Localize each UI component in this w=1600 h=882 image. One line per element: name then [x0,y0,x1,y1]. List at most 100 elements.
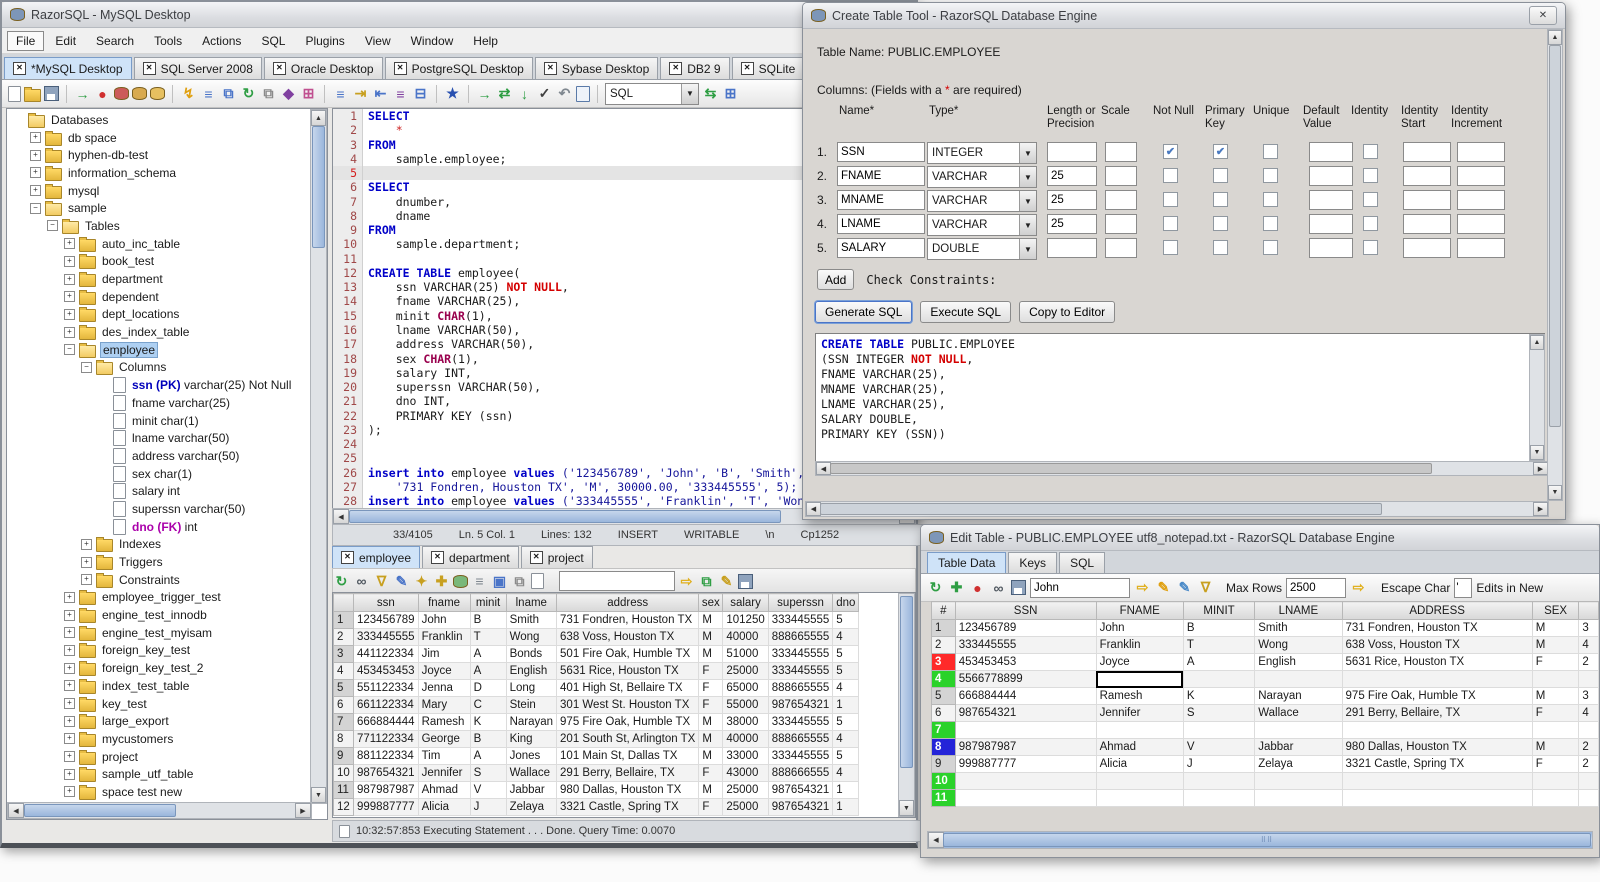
filter-icon[interactable]: ∇ [1197,579,1214,596]
max-rows-input[interactable] [1286,577,1347,598]
grid-cell[interactable]: 881122334 [353,747,419,765]
grid-cell[interactable]: 4 [1578,636,1599,654]
grid-cell[interactable] [1254,789,1343,807]
grid-cell[interactable]: 4 [832,628,860,646]
grid-cell[interactable]: 5631 Rice, Houston TX [1341,653,1533,671]
row-number[interactable]: 9 [931,755,956,773]
sync-icon[interactable]: ⇄ [496,85,513,102]
row-number[interactable]: 4 [931,670,956,688]
scale-input[interactable] [1105,190,1137,210]
sql-mode-select[interactable]: SQL ▼ [605,82,699,105]
grid-cell[interactable] [954,772,1097,790]
grid-cell[interactable]: F [698,679,724,697]
grid-cell[interactable]: English [1254,653,1343,671]
connection-tab-sqlite[interactable]: ✕ SQLite [731,57,805,79]
row-number[interactable]: 3 [931,653,956,671]
connection-tab--mysql-desktop[interactable]: ✕ *MySQL Desktop [4,57,132,79]
grid-cell[interactable] [1578,670,1599,688]
add-button[interactable]: Add [817,269,855,290]
close-icon[interactable]: ✕ [431,551,445,564]
menu-tools[interactable]: Tools [145,31,191,51]
column-header[interactable]: ADDRESS [1341,601,1533,620]
expand-icon[interactable]: + [64,238,75,250]
grid-cell[interactable]: Ramesh [1095,687,1184,705]
expand-icon[interactable]: + [64,662,75,674]
tree-item[interactable]: + mycustomers [9,730,310,748]
grid-cell[interactable]: 2 [1578,755,1599,773]
close-icon[interactable]: ✕ [529,551,543,564]
grid-cell[interactable]: 123456789 [954,619,1097,637]
grid-cell[interactable]: M [1531,619,1580,637]
grid-cell[interactable]: 1 [832,696,860,714]
grid-cell[interactable]: Long [505,679,558,697]
grid-cell[interactable] [1182,721,1256,739]
identity-start-input[interactable] [1403,190,1451,210]
row-number[interactable]: 1 [931,619,956,637]
unique-checkbox[interactable] [1263,192,1278,207]
close-icon[interactable]: ✕ [13,62,26,75]
copy-to-editor-button[interactable]: Copy to Editor [1019,301,1116,323]
create-dialog-titlebar[interactable]: Create Table Tool - RazorSQL Database En… [803,3,1565,29]
menu-help[interactable]: Help [464,31,507,51]
tree-item[interactable]: − Columns [9,359,310,377]
expand-icon[interactable]: + [81,574,92,586]
grid-cell[interactable]: Joyce [417,662,471,680]
pin-icon[interactable]: ✦ [413,573,430,590]
editor-hscroll-thumb[interactable] [349,510,781,523]
close-icon[interactable]: ✕ [740,62,754,75]
tree-item[interactable]: + large_export [9,712,310,730]
chevron-down-icon[interactable]: ▼ [1019,143,1036,163]
grid-cell[interactable]: 40000 [722,730,769,748]
sql-horizontal-scrollbar[interactable]: ◀ ▶ [815,461,1549,476]
identity-start-input[interactable] [1403,166,1451,186]
grid-cell[interactable]: F [698,662,724,680]
grid-cell[interactable]: M [698,645,724,663]
menu-window[interactable]: Window [402,31,463,51]
grid-cell[interactable]: V [469,781,507,799]
highlight-icon[interactable]: ✎ [1155,579,1172,596]
grid-cell[interactable]: V [1182,738,1256,756]
grid-cell[interactable]: 999887777 [353,798,419,816]
expand-icon[interactable]: + [64,751,75,763]
column-header[interactable] [1578,601,1599,620]
grid-cell[interactable] [954,721,1097,739]
grid-cell[interactable]: Narayan [505,713,558,731]
grid-cell[interactable]: 987654321 [767,798,834,816]
grid-cell[interactable]: 453453453 [353,662,419,680]
tree-item[interactable]: + Indexes [9,536,310,554]
grid-cell[interactable]: Ramesh [417,713,471,731]
grid-cell[interactable]: 25000 [722,781,769,799]
row-number[interactable]: 6 [333,696,354,714]
grid-cell[interactable]: 51000 [722,645,769,663]
grid-cell[interactable]: Smith [505,611,558,629]
grid-cell[interactable]: Jabbar [505,781,558,799]
grid-cell[interactable] [1254,721,1343,739]
expand-icon[interactable]: + [64,627,75,639]
grid-cell[interactable]: 638 Voss, Houston TX [1341,636,1533,654]
grid-cell[interactable]: 987654321 [767,696,834,714]
execute-sql-button[interactable]: Execute SQL [920,301,1012,323]
scroll-down-arrow[interactable]: ▼ [899,800,914,816]
identity-start-input[interactable] [1403,238,1451,258]
menu-file[interactable]: File [7,30,45,51]
grid-cell[interactable]: 65000 [722,679,769,697]
scale-input[interactable] [1105,214,1137,234]
grid-cell[interactable]: 25000 [722,662,769,680]
add-row-icon[interactable]: ✚ [948,579,965,596]
go-forward-icon[interactable]: → [476,85,493,102]
grid-cell[interactable]: Mary [417,696,471,714]
tree-item[interactable]: +dno (FK) int [9,518,310,536]
grid-cell[interactable]: 101250 [722,611,769,629]
primary-key-checkbox[interactable] [1213,216,1228,231]
grid-cell[interactable] [1095,670,1184,688]
grid-cell[interactable]: Jones [505,747,558,765]
grid-cell[interactable]: 731 Fondren, Houston TX [556,611,700,629]
edit-icon[interactable]: ✎ [393,573,410,590]
connection-tab-oracle-desktop[interactable]: ✕ Oracle Desktop [263,57,383,79]
column-header[interactable]: minit [469,593,507,612]
grid-cell[interactable]: 661122334 [353,696,419,714]
open-file-icon[interactable] [24,86,41,102]
menu-sql[interactable]: SQL [252,31,294,51]
column-header[interactable] [333,593,354,612]
grid-cell[interactable]: 291 Berry, Bellaire, TX [1341,704,1533,722]
